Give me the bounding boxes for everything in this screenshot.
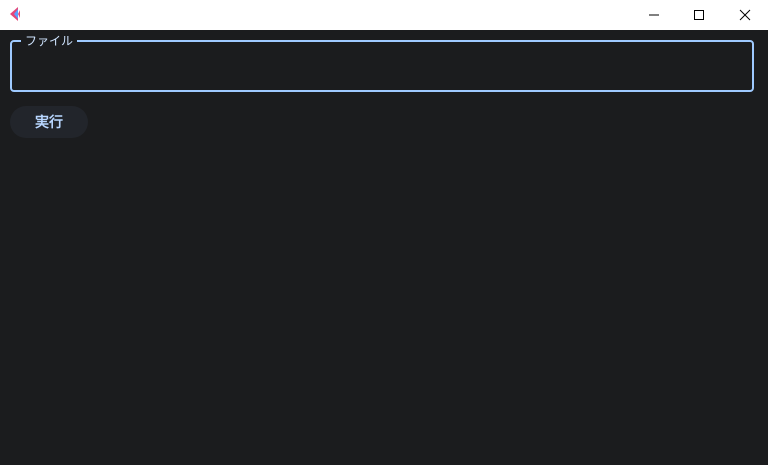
maximize-icon xyxy=(694,9,704,20)
file-input[interactable] xyxy=(20,54,748,80)
main-content: ファイル 実行 xyxy=(0,30,768,465)
minimize-icon xyxy=(649,14,659,15)
minimize-button[interactable] xyxy=(631,0,677,29)
run-button[interactable]: 実行 xyxy=(10,106,88,138)
close-button[interactable] xyxy=(722,0,768,29)
title-bar xyxy=(0,0,768,30)
app-logo-icon xyxy=(10,7,20,21)
file-field-label: ファイル xyxy=(21,33,78,49)
close-icon xyxy=(739,9,751,20)
file-field[interactable]: ファイル xyxy=(10,33,754,92)
maximize-button[interactable] xyxy=(676,0,722,29)
